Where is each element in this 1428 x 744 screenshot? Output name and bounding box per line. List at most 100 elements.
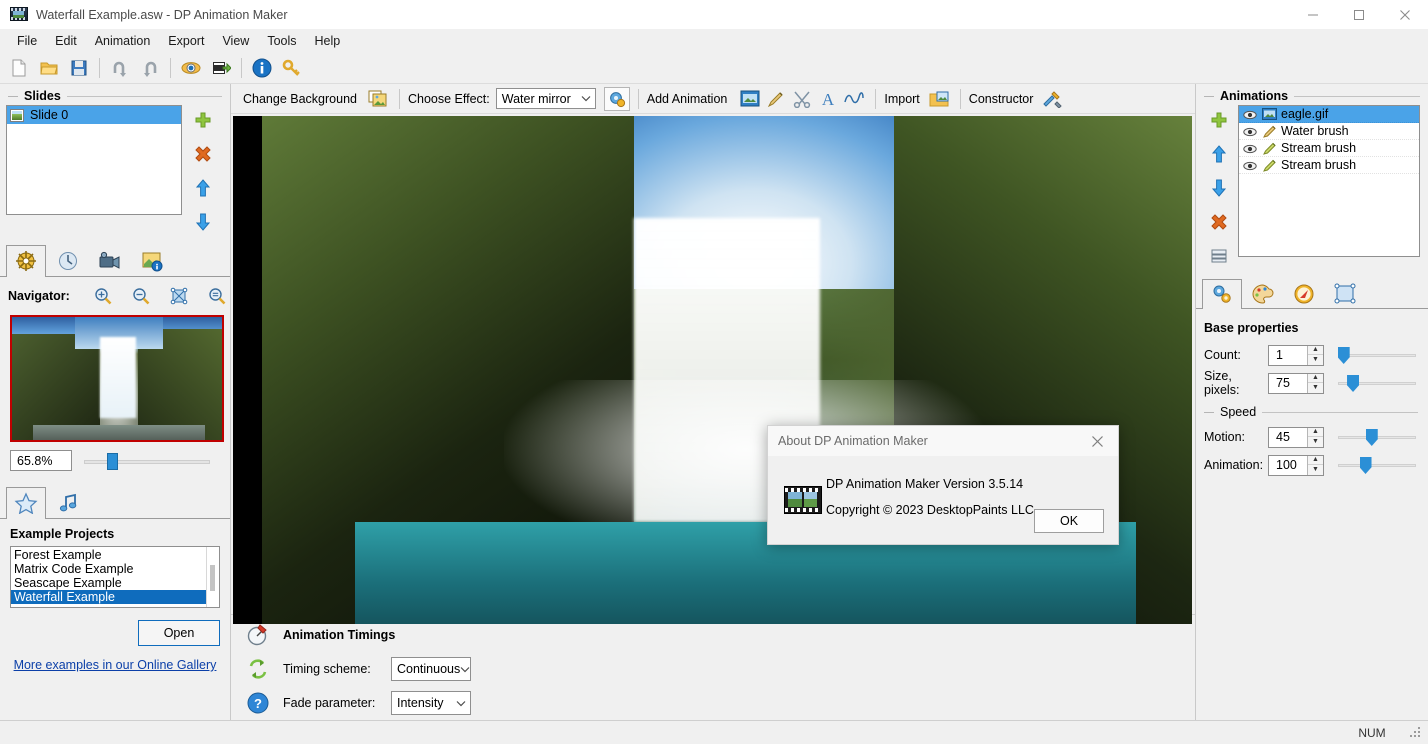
add-animation-button[interactable]: [1208, 109, 1230, 131]
close-icon[interactable]: [1382, 0, 1428, 30]
size-stepper[interactable]: 75 ▲ ▼: [1268, 372, 1324, 394]
key-icon[interactable]: [277, 54, 307, 82]
text-animation-icon[interactable]: A: [815, 87, 841, 111]
menu-animation[interactable]: Animation: [86, 32, 160, 50]
size-slider-thumb[interactable]: [1347, 375, 1360, 392]
motion-slider[interactable]: [1338, 426, 1416, 448]
open-button[interactable]: Open: [138, 620, 220, 646]
close-icon[interactable]: [1076, 426, 1118, 456]
move-slide-up-button[interactable]: [192, 177, 214, 199]
example-projects-list[interactable]: Forest Example Matrix Code Example Seasc…: [10, 546, 220, 608]
minimize-icon[interactable]: [1290, 0, 1336, 30]
brush-animation-icon[interactable]: [763, 87, 789, 111]
eye-icon[interactable]: [1243, 109, 1257, 120]
menu-view[interactable]: View: [213, 32, 258, 50]
eye-icon[interactable]: [1243, 126, 1257, 137]
motion-stepper[interactable]: 45 ▲ ▼: [1268, 426, 1324, 448]
tab-color[interactable]: [1243, 279, 1283, 308]
motion-slider-thumb[interactable]: [1365, 429, 1378, 446]
timing-scheme-select[interactable]: Continuous: [391, 657, 471, 681]
zoom-in-icon[interactable]: [92, 285, 114, 307]
zoom-slider-thumb[interactable]: [106, 452, 118, 470]
list-item[interactable]: Forest Example: [11, 548, 206, 562]
menu-tools[interactable]: Tools: [258, 32, 305, 50]
add-gif-animation-icon[interactable]: [737, 87, 763, 111]
tab-navigator[interactable]: [6, 245, 46, 277]
tab-image-info[interactable]: [132, 245, 172, 276]
menu-edit[interactable]: Edit: [46, 32, 86, 50]
change-background-label[interactable]: Change Background: [243, 92, 357, 106]
effect-gear-icon[interactable]: [603, 86, 630, 111]
delete-animation-button[interactable]: [1208, 211, 1230, 233]
tab-direction[interactable]: [1284, 279, 1324, 308]
preview-canvas[interactable]: [233, 116, 1192, 624]
zoom-value-field[interactable]: 65.8%: [10, 450, 72, 471]
open-folder-icon[interactable]: [34, 54, 64, 82]
tab-base-properties[interactable]: [1202, 279, 1242, 309]
animation-speed-slider[interactable]: [1338, 454, 1416, 476]
list-item[interactable]: Matrix Code Example: [11, 562, 206, 576]
online-gallery-link[interactable]: More examples in our Online Gallery: [0, 646, 230, 672]
count-stepper[interactable]: 1 ▲ ▼: [1268, 344, 1324, 366]
animation-speed-stepper[interactable]: 100 ▲ ▼: [1268, 454, 1324, 476]
size-spin-buttons[interactable]: ▲ ▼: [1307, 373, 1323, 393]
redo-icon[interactable]: [135, 54, 165, 82]
list-item[interactable]: Stream brush: [1239, 157, 1419, 174]
info-icon[interactable]: [247, 54, 277, 82]
wave-animation-icon[interactable]: [841, 87, 867, 111]
move-slide-down-button[interactable]: [192, 211, 214, 233]
delete-slide-button[interactable]: [192, 143, 214, 165]
zoom-slider[interactable]: [84, 451, 210, 471]
actual-size-icon[interactable]: [206, 285, 228, 307]
eye-icon[interactable]: [1243, 160, 1257, 171]
fit-to-window-icon[interactable]: [168, 285, 190, 307]
import-image-icon[interactable]: [926, 87, 952, 111]
list-item[interactable]: Water brush: [1239, 123, 1419, 140]
slides-list[interactable]: Slide 0: [6, 105, 182, 215]
help-question-icon[interactable]: ?: [245, 690, 271, 716]
constructor-label[interactable]: Constructor: [969, 92, 1034, 106]
resize-grip-icon[interactable]: [1408, 725, 1424, 741]
count-slider-thumb[interactable]: [1337, 347, 1350, 364]
export-video-icon[interactable]: [206, 54, 236, 82]
add-slide-button[interactable]: [192, 109, 214, 131]
move-animation-down-button[interactable]: [1208, 177, 1230, 199]
picture-swap-icon[interactable]: [365, 87, 391, 111]
animation-speed-spin-buttons[interactable]: ▲ ▼: [1307, 455, 1323, 475]
count-spin-buttons[interactable]: ▲ ▼: [1307, 345, 1323, 365]
animation-speed-slider-thumb[interactable]: [1359, 457, 1372, 474]
motion-spin-buttons[interactable]: ▲ ▼: [1307, 427, 1323, 447]
list-item[interactable]: Stream brush: [1239, 140, 1419, 157]
scissors-animation-icon[interactable]: [789, 87, 815, 111]
save-icon[interactable]: [64, 54, 94, 82]
list-item[interactable]: Seascape Example: [11, 576, 206, 590]
tab-music[interactable]: [48, 487, 88, 518]
menu-help[interactable]: Help: [306, 32, 350, 50]
preview-eye-icon[interactable]: [176, 54, 206, 82]
menu-file[interactable]: File: [8, 32, 46, 50]
effect-select[interactable]: Water mirror: [495, 88, 596, 109]
ok-button[interactable]: OK: [1034, 509, 1104, 533]
new-icon[interactable]: [4, 54, 34, 82]
navigator-preview[interactable]: [10, 315, 224, 442]
maximize-icon[interactable]: [1336, 0, 1382, 30]
tab-examples[interactable]: [6, 487, 46, 519]
move-animation-up-button[interactable]: [1208, 143, 1230, 165]
zoom-out-icon[interactable]: [130, 285, 152, 307]
tab-timing[interactable]: [48, 245, 88, 276]
animations-list[interactable]: eagle.gif Water brush Stream brush Strea…: [1238, 105, 1420, 257]
menu-export[interactable]: Export: [159, 32, 213, 50]
fade-parameter-select[interactable]: Intensity: [391, 691, 471, 715]
import-label[interactable]: Import: [884, 92, 919, 106]
size-slider[interactable]: [1338, 372, 1416, 394]
list-item[interactable]: Waterfall Example: [11, 590, 206, 604]
animation-list-options-button[interactable]: [1208, 245, 1230, 267]
list-item[interactable]: Slide 0: [7, 106, 181, 124]
tab-video[interactable]: [90, 245, 130, 276]
undo-icon[interactable]: [105, 54, 135, 82]
count-slider[interactable]: [1337, 344, 1416, 366]
constructor-tools-icon[interactable]: [1039, 87, 1065, 111]
eye-icon[interactable]: [1243, 143, 1257, 154]
examples-scrollbar[interactable]: [206, 547, 219, 607]
list-item[interactable]: eagle.gif: [1239, 106, 1419, 123]
